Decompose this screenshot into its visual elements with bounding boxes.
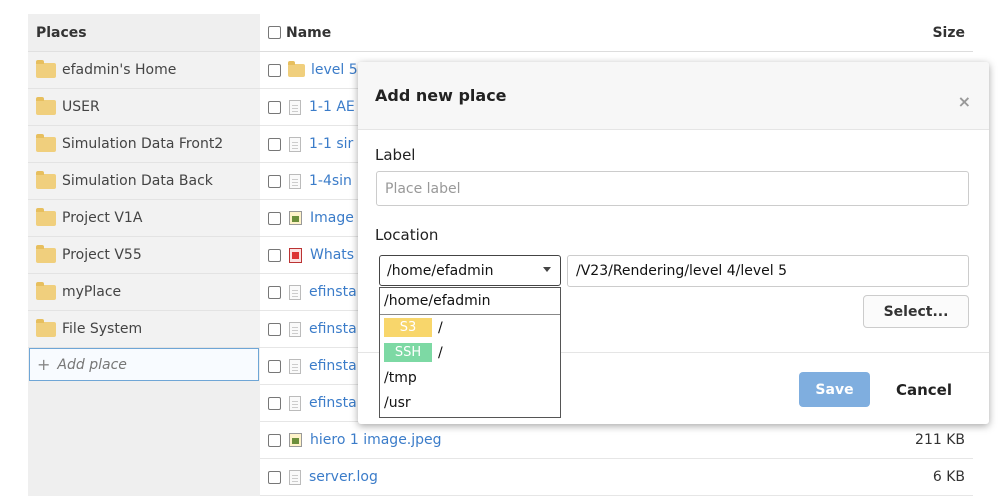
place-label: Project V1A — [62, 209, 143, 226]
option-text: / — [438, 319, 443, 336]
location-option-tmp[interactable]: /tmp — [380, 365, 560, 390]
row-checkbox[interactable] — [268, 248, 281, 262]
image-file-icon — [289, 433, 302, 447]
place-label: USER — [62, 98, 100, 115]
row-checkbox[interactable] — [268, 285, 281, 299]
place-label: myPlace — [62, 283, 122, 300]
file-name-link[interactable]: efinsta — [309, 358, 357, 374]
place-item-simulation-front2[interactable]: Simulation Data Front2 — [28, 126, 260, 163]
size-column-header[interactable]: Size — [932, 25, 965, 41]
place-label: File System — [62, 320, 143, 337]
folder-icon — [36, 281, 56, 300]
pdf-file-icon — [289, 247, 302, 263]
document-icon — [289, 284, 301, 300]
place-item-home[interactable]: efadmin's Home — [28, 52, 260, 89]
row-checkbox[interactable] — [268, 211, 281, 225]
file-name-link[interactable]: efinsta — [309, 321, 357, 337]
folder-icon — [36, 59, 56, 78]
document-icon — [289, 358, 301, 374]
select-path-button[interactable]: Select... — [863, 295, 969, 328]
row-checkbox[interactable] — [268, 470, 281, 484]
file-name-link[interactable]: server.log — [309, 469, 378, 485]
folder-icon — [36, 207, 56, 226]
place-label: Simulation Data Back — [62, 172, 213, 189]
row-checkbox[interactable] — [268, 359, 281, 373]
file-name-link[interactable]: efinsta — [309, 284, 357, 300]
row-checkbox[interactable] — [268, 63, 281, 77]
file-name-link[interactable]: hiero 1 image.jpeg — [310, 432, 442, 448]
file-name-link[interactable]: level 5 — [311, 62, 358, 78]
name-column-header[interactable]: Name — [286, 25, 331, 41]
location-selected-value: /home/efadmin — [387, 262, 494, 279]
location-select[interactable]: /home/efadmin — [379, 255, 561, 286]
places-header: Places — [28, 14, 260, 52]
file-list-header: Name Size — [260, 14, 973, 52]
place-label: Project V55 — [62, 246, 142, 263]
document-icon — [289, 395, 301, 411]
file-name-link[interactable]: 1-1 sir — [309, 136, 353, 152]
place-item-user[interactable]: USER — [28, 89, 260, 126]
option-text: / — [438, 344, 443, 361]
place-label-input[interactable] — [376, 171, 969, 206]
location-option-s3[interactable]: S3 / — [380, 315, 560, 340]
save-button[interactable]: Save — [799, 372, 870, 407]
place-item-simulation-back[interactable]: Simulation Data Back — [28, 163, 260, 200]
label-field-label: Label — [375, 146, 416, 164]
location-option-home[interactable]: /home/efadmin — [380, 288, 560, 315]
file-row[interactable]: server.log 6 KB — [260, 459, 973, 496]
file-row[interactable]: hiero 1 image.jpeg 211 KB — [260, 422, 973, 459]
file-name-link[interactable]: 1-1 AE — [309, 99, 355, 115]
place-item-project-v55[interactable]: Project V55 — [28, 237, 260, 274]
place-item-project-v1a[interactable]: Project V1A — [28, 200, 260, 237]
row-checkbox[interactable] — [268, 396, 281, 410]
folder-icon — [36, 133, 56, 152]
folder-icon — [36, 318, 56, 337]
location-path-input[interactable] — [567, 255, 969, 287]
location-field-label: Location — [375, 226, 439, 244]
location-dropdown-list: /home/efadmin S3 / SSH / /tmp /usr — [379, 287, 561, 418]
folder-icon — [36, 96, 56, 115]
option-text: /tmp — [384, 369, 417, 386]
modal-header: Add new place — [358, 62, 989, 130]
document-icon — [289, 469, 301, 485]
row-checkbox[interactable] — [268, 137, 281, 151]
file-name-link[interactable]: Whats — [310, 247, 354, 263]
row-checkbox[interactable] — [268, 433, 281, 447]
file-name-link[interactable]: efinsta — [309, 395, 357, 411]
file-size: 6 KB — [932, 469, 965, 485]
places-panel: Places efadmin's Home USER Simulation Da… — [28, 14, 260, 496]
place-item-myplace[interactable]: myPlace — [28, 274, 260, 311]
place-item-file-system[interactable]: File System — [28, 311, 260, 348]
location-option-usr[interactable]: /usr — [380, 390, 560, 415]
location-option-ssh[interactable]: SSH / — [380, 340, 560, 365]
close-icon[interactable]: × — [958, 92, 971, 111]
document-icon — [289, 136, 301, 152]
place-label: Simulation Data Front2 — [62, 135, 224, 152]
s3-badge: S3 — [384, 318, 432, 337]
row-checkbox[interactable] — [268, 322, 281, 336]
ssh-badge: SSH — [384, 343, 432, 362]
option-text: /home/efadmin — [384, 293, 491, 309]
add-place-label: Add place — [57, 356, 127, 373]
option-text: /usr — [384, 394, 411, 411]
document-icon — [289, 99, 301, 115]
image-file-icon — [289, 211, 302, 225]
plus-icon: + — [37, 355, 51, 374]
document-icon — [289, 321, 301, 337]
folder-icon — [288, 60, 305, 77]
folder-icon — [36, 170, 56, 189]
row-checkbox[interactable] — [268, 100, 281, 114]
file-name-link[interactable]: 1-4sin — [309, 173, 352, 189]
add-place-button[interactable]: + Add place — [29, 348, 259, 381]
select-all-checkbox[interactable] — [268, 26, 281, 39]
place-label: efadmin's Home — [62, 61, 177, 78]
file-size: 211 KB — [915, 432, 965, 448]
cancel-button[interactable]: Cancel — [881, 372, 967, 407]
chevron-down-icon — [543, 267, 551, 272]
row-checkbox[interactable] — [268, 174, 281, 188]
folder-icon — [36, 244, 56, 263]
modal-title: Add new place — [375, 86, 507, 105]
file-name-link[interactable]: Image — [310, 210, 354, 226]
document-icon — [289, 173, 301, 189]
